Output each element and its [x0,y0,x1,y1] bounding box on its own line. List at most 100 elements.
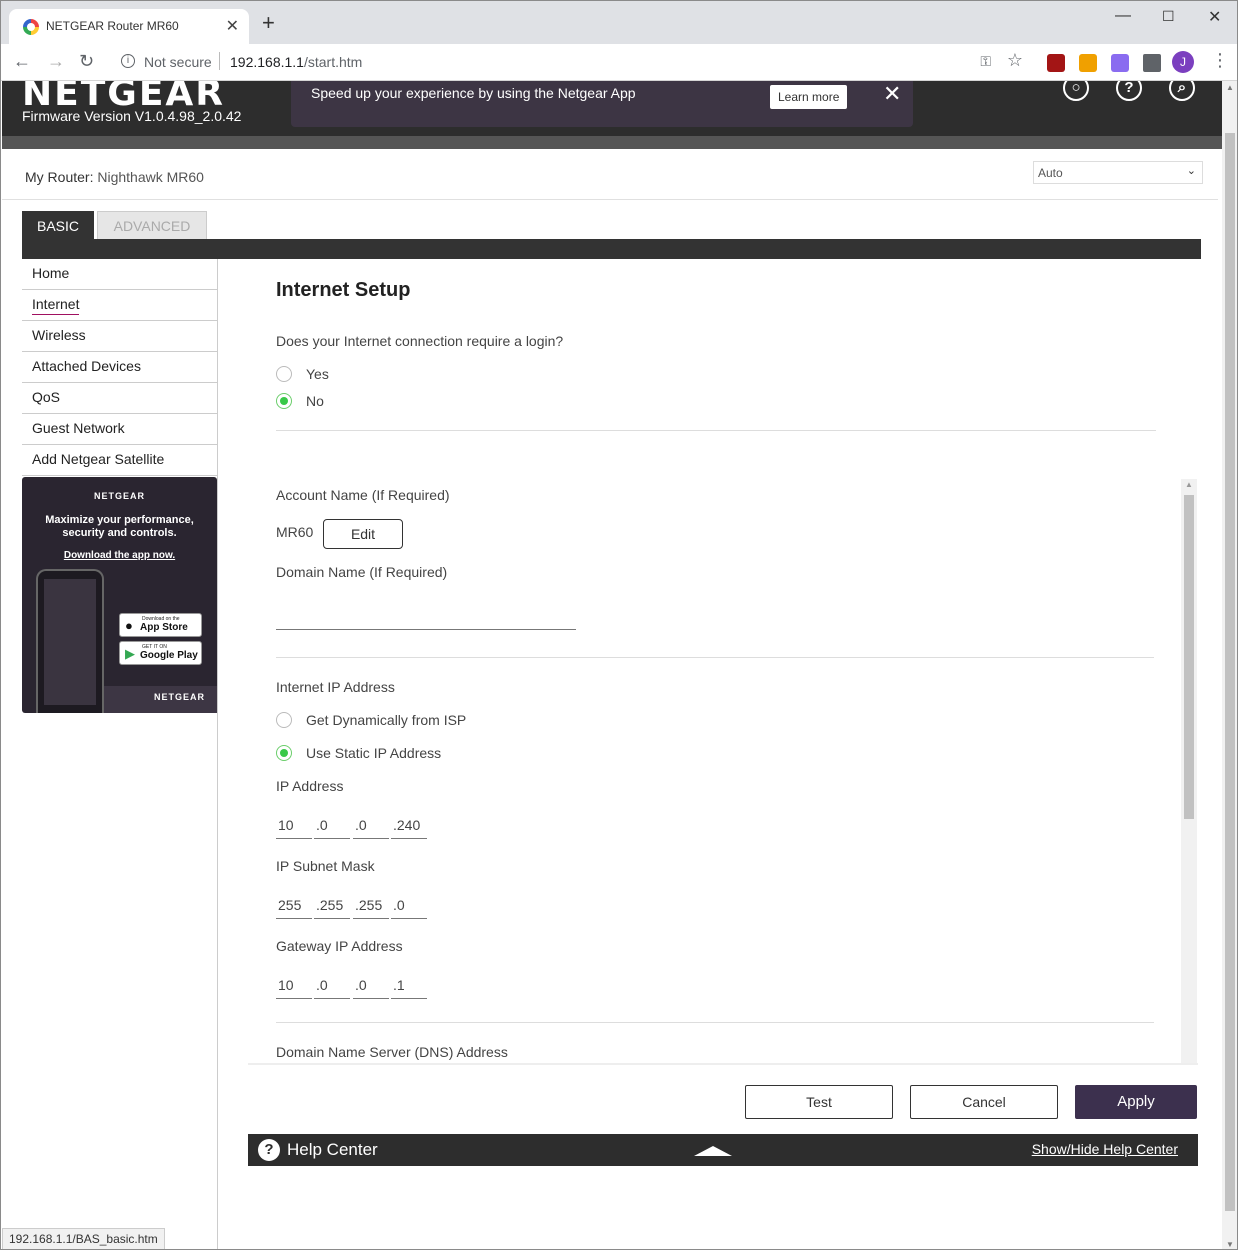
page-content: NETGEAR Firmware Version V1.0.4.98_2.0.4… [2,81,1237,1249]
maximize-icon[interactable]: ☐ [1162,8,1175,25]
account-icon[interactable]: ○ [1063,81,1089,101]
scroll-down-icon[interactable]: ▼ [1226,1240,1234,1249]
google-play-badge[interactable]: ▶ GET IT ON Google Play [119,641,202,665]
scroll-up-icon[interactable]: ▲ [1226,83,1234,92]
scroll-up-icon[interactable]: ▲ [1185,480,1193,489]
subnet-octet-2-input[interactable]: .255 [314,897,350,919]
document-extension-icon[interactable] [1111,54,1129,72]
login-question: Does your Internet connection require a … [276,333,564,349]
profile-avatar[interactable]: J [1172,51,1194,73]
sidebar-item-internet[interactable]: Internet [22,290,217,321]
play-icon: ▶ [125,646,135,661]
pdf-extension-icon[interactable] [1047,54,1065,72]
subnet-octet-4-input[interactable]: .0 [391,897,427,919]
ip-dynamic-label[interactable]: Get Dynamically from ISP [306,712,466,728]
info-icon[interactable]: i [121,54,135,68]
tab-advanced[interactable]: ADVANCED [97,211,207,240]
browser-tab[interactable]: NETGEAR Router MR60 ✕ [9,9,249,44]
download-app-link[interactable]: Download the app now. [22,550,217,561]
account-name-value: MR60 [276,524,314,540]
expand-arrow-icon[interactable] [694,1146,732,1156]
page-title: Internet Setup [276,279,411,301]
domain-name-input[interactable] [276,629,576,630]
netgear-favicon-icon [23,19,39,35]
promo-message: Maximize your performance, security and … [45,514,194,539]
page-scrollbar[interactable]: ▲ ▼ [1222,81,1237,1249]
login-no-radio[interactable] [276,393,292,409]
browser-window: NETGEAR Router MR60 ✕ + — ☐ ✕ ← → ↻ i No… [0,0,1238,1250]
bookmark-star-icon[interactable]: ☆ [1007,50,1023,71]
ip-static-label[interactable]: Use Static IP Address [306,745,441,761]
shopping-extension-icon[interactable] [1079,54,1097,72]
divider [2,199,1218,200]
subnet-label: IP Subnet Mask [276,858,375,874]
help-center-bar: ? Help Center Show/Hide Help Center [248,1134,1198,1166]
header-strip [2,136,1222,149]
ip-octet-1-input[interactable]: 10 [276,817,312,839]
apply-button[interactable]: Apply [1075,1085,1197,1119]
form-scrollbar[interactable]: ▲ [1181,479,1197,1063]
minimize-icon[interactable]: — [1115,7,1131,25]
ip-octet-3-input[interactable]: .0 [353,817,389,839]
language-select[interactable]: Auto ⌄ [1033,161,1203,184]
ip-address-label: IP Address [276,778,344,794]
tab-close-icon[interactable]: ✕ [226,16,239,36]
promo-brand: NETGEAR [93,491,145,501]
scrollbar-thumb[interactable] [1184,495,1194,819]
help-question-icon: ? [258,1139,280,1161]
ip-static-radio[interactable] [276,745,292,761]
forward-icon[interactable]: → [47,51,65,72]
cancel-button[interactable]: Cancel [910,1085,1058,1119]
domain-name-label: Domain Name (If Required) [276,564,448,580]
banner-close-icon[interactable]: ✕ [883,83,901,105]
login-no-label[interactable]: No [306,393,324,409]
sidebar-item-attached-devices[interactable]: Attached Devices [22,352,217,383]
subnet-octet-1-input[interactable]: 255 [276,897,312,919]
ip-octet-4-input[interactable]: .240 [391,817,427,839]
tab-bar-strip [22,239,1201,259]
internet-ip-label: Internet IP Address [276,679,395,695]
reload-icon[interactable]: ↻ [79,51,94,72]
divider [276,430,1156,431]
sidebar-item-wireless[interactable]: Wireless [22,321,217,352]
gateway-octet-1-input[interactable]: 10 [276,977,312,999]
url-text[interactable]: 192.168.1.1/start.htm [230,54,362,70]
login-yes-radio[interactable] [276,366,292,382]
tab-basic[interactable]: BASIC [22,211,94,241]
netgear-header: NETGEAR Firmware Version V1.0.4.98_2.0.4… [2,81,1222,136]
ip-octet-2-input[interactable]: .0 [314,817,350,839]
new-tab-icon[interactable]: + [262,12,275,34]
ip-dynamic-radio[interactable] [276,712,292,728]
app-promo[interactable]: NETGEAR Maximize your performance, secur… [22,477,217,713]
divider [219,52,220,70]
key-icon[interactable]: ⚿ [980,53,991,70]
sidebar-item-home[interactable]: Home [22,259,217,290]
test-button[interactable]: Test [745,1085,893,1119]
window-close-icon[interactable]: ✕ [1208,7,1221,27]
gateway-octet-3-input[interactable]: .0 [353,977,389,999]
sidebar-item-add-satellite[interactable]: Add Netgear Satellite [22,445,217,476]
gateway-octet-2-input[interactable]: .0 [314,977,350,999]
back-icon[interactable]: ← [13,51,31,72]
account-name-label: Account Name (If Required) [276,487,450,503]
divider [248,1063,1198,1065]
search-icon[interactable]: ⌕ [1169,81,1195,101]
learn-more-button[interactable]: Learn more [770,85,848,109]
sidebar-item-guest-network[interactable]: Guest Network [22,414,217,445]
subnet-octet-3-input[interactable]: .255 [353,897,389,919]
menu-kebab-icon[interactable]: ⋮ [1211,50,1229,71]
sidebar-item-qos[interactable]: QoS [22,383,217,414]
extensions-puzzle-icon[interactable] [1143,54,1161,72]
app-banner: Speed up your experience by using the Ne… [291,81,913,127]
edit-button[interactable]: Edit [323,519,403,549]
phone-image [36,569,104,713]
security-indicator[interactable]: Not secure [144,54,212,70]
app-store-badge[interactable]: ● Download on the App Store [119,613,202,637]
scrollbar-thumb[interactable] [1225,133,1235,1211]
show-hide-help-link[interactable]: Show/Hide Help Center [1032,1141,1178,1157]
divider [217,259,218,1249]
address-bar[interactable]: i Not secure 192.168.1.1/start.htm ⚿ ☆ [109,48,1039,76]
gateway-octet-4-input[interactable]: .1 [391,977,427,999]
login-yes-label[interactable]: Yes [306,366,329,382]
help-icon[interactable]: ? [1116,81,1142,101]
